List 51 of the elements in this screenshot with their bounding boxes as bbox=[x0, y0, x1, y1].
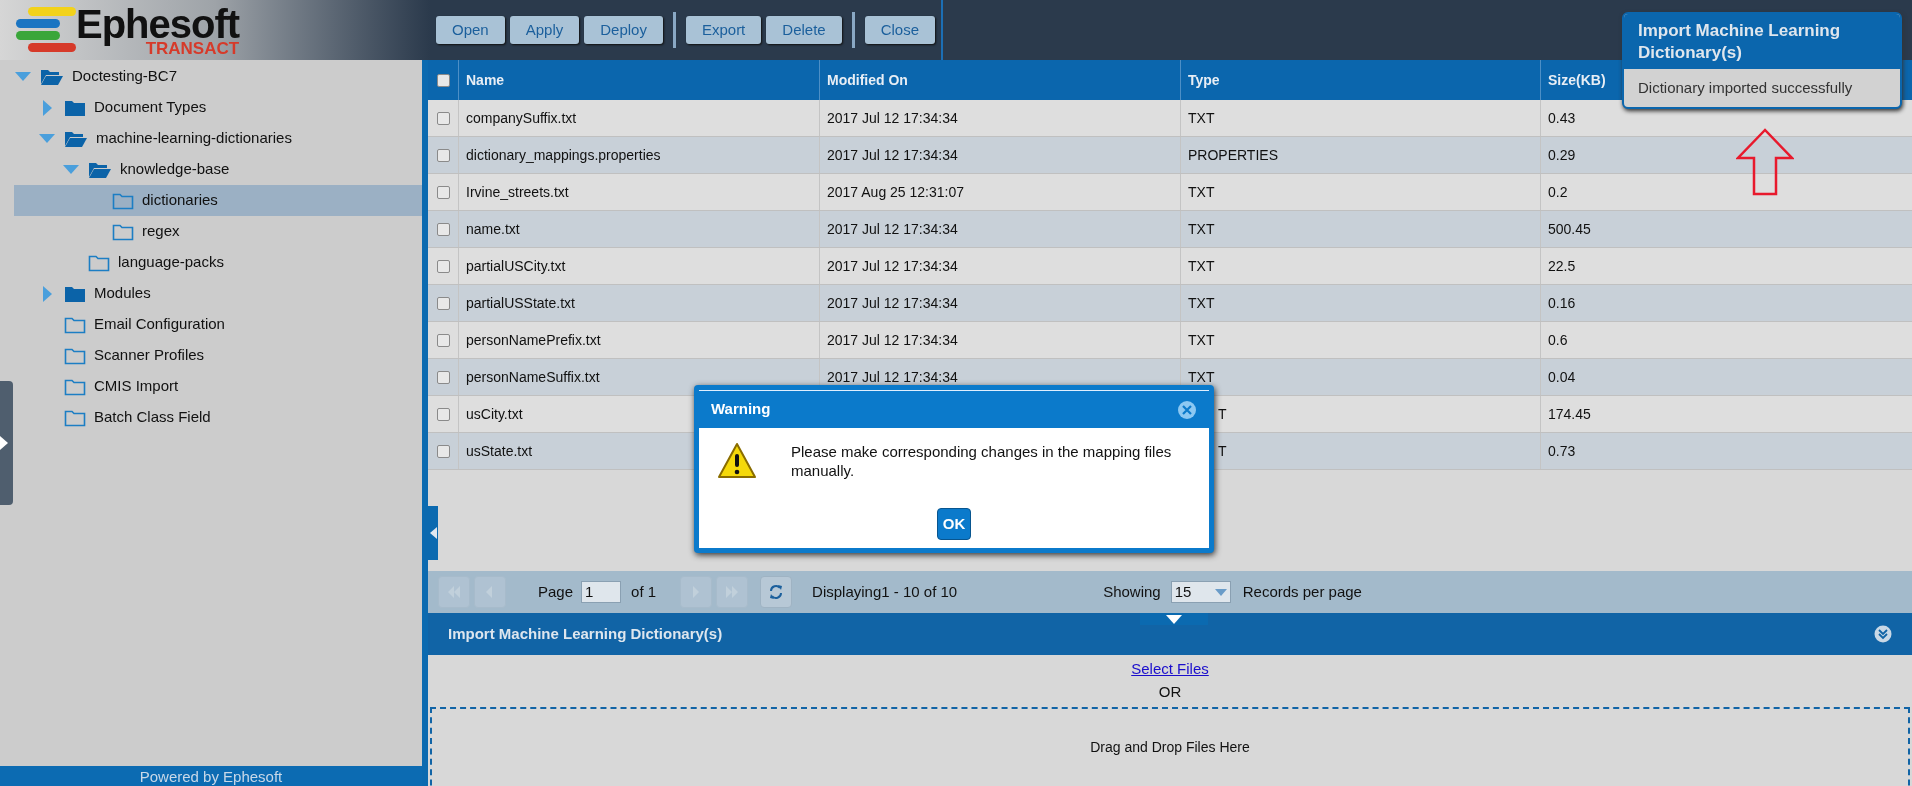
table-cell-text: 0.2 bbox=[1548, 182, 1568, 202]
table-cell-text: 2017 Jul 12 17:34:34 bbox=[827, 330, 958, 350]
panel-title: Import Machine Learning Dictionary(s) bbox=[448, 623, 723, 644]
table-cell-text: partialUSCity.txt bbox=[466, 256, 566, 276]
table-cell-text: 2017 Jul 12 17:34:34 bbox=[827, 293, 958, 313]
table-cell-text: usState.txt bbox=[466, 441, 533, 461]
table-cell-text: 2017 Aug 25 12:31:07 bbox=[827, 182, 965, 202]
dialog-message: Please make corresponding changes in the mapping files manually. bbox=[791, 442, 1173, 480]
table-cell-text: usCity.txt bbox=[466, 404, 523, 424]
table-cell-text: PROPERTIES bbox=[1188, 145, 1278, 165]
table-cell-text: 500.45 bbox=[1548, 219, 1591, 239]
table-cell-text: personNameSuffix.txt bbox=[466, 367, 600, 387]
logo-text: Ephesoft bbox=[76, 3, 240, 44]
table-cell-text: TXT bbox=[1188, 330, 1215, 350]
table-cell-text: TXT bbox=[1188, 219, 1215, 239]
table-cell-text: 0.43 bbox=[1548, 108, 1576, 128]
display-summary: Displaying1 - 10 of 10 bbox=[812, 581, 958, 602]
notification-title: Import Machine Learning Dictionary(s) bbox=[1638, 20, 1842, 64]
table-cell-text: 0.6 bbox=[1548, 330, 1568, 350]
table-cell-text: 2017 Jul 12 17:34:34 bbox=[827, 256, 958, 276]
page-count: of 1 bbox=[631, 581, 657, 602]
table-cell-text: personNamePrefix.txt bbox=[466, 330, 601, 350]
table-cell-text: 2017 Jul 12 17:34:34 bbox=[827, 219, 958, 239]
table-cell-text: partialUSState.txt bbox=[466, 293, 575, 313]
or-label: OR bbox=[1158, 681, 1182, 702]
table-cell-text: 22.5 bbox=[1548, 256, 1576, 276]
table-cell-text: 0.29 bbox=[1548, 145, 1576, 165]
table-cell-text: 0.73 bbox=[1548, 441, 1576, 461]
sidebar-footer: Powered by Ephesoft bbox=[0, 766, 422, 786]
table-cell-text: 0.16 bbox=[1548, 293, 1576, 313]
records-per-page-label: Records per page bbox=[1242, 581, 1362, 602]
table-cell-text: T bbox=[1218, 404, 1227, 424]
table-cell-text: T bbox=[1218, 441, 1227, 461]
table-cell-text: 0.04 bbox=[1548, 367, 1576, 387]
table-cell-text: TXT bbox=[1188, 367, 1215, 387]
table-cell-text: 2017 Jul 12 17:34:34 bbox=[827, 367, 958, 387]
table-cell-text: Irvine_streets.txt bbox=[466, 182, 569, 202]
table-cell-text: 2017 Jul 12 17:34:34 bbox=[827, 145, 958, 165]
table-cell-text: 174.45 bbox=[1548, 404, 1591, 424]
dialog-title: Warning bbox=[711, 399, 771, 420]
table-cell-text: TXT bbox=[1188, 108, 1215, 128]
table-cell-text: dictionary_mappings.properties bbox=[466, 145, 661, 165]
table-cell-text: TXT bbox=[1188, 293, 1215, 313]
table-cell-text: name.txt bbox=[466, 219, 520, 239]
table-cell-text: TXT bbox=[1188, 256, 1215, 276]
table-cell-text: companySuffix.txt bbox=[466, 108, 577, 128]
showing-label: Showing bbox=[1103, 581, 1161, 602]
page-label: Page bbox=[538, 581, 574, 602]
table-cell-text: 2017 Jul 12 17:34:34 bbox=[827, 108, 958, 128]
table-cell-text: TXT bbox=[1188, 182, 1215, 202]
notification-message: Dictionary imported successfully bbox=[1638, 79, 1853, 96]
